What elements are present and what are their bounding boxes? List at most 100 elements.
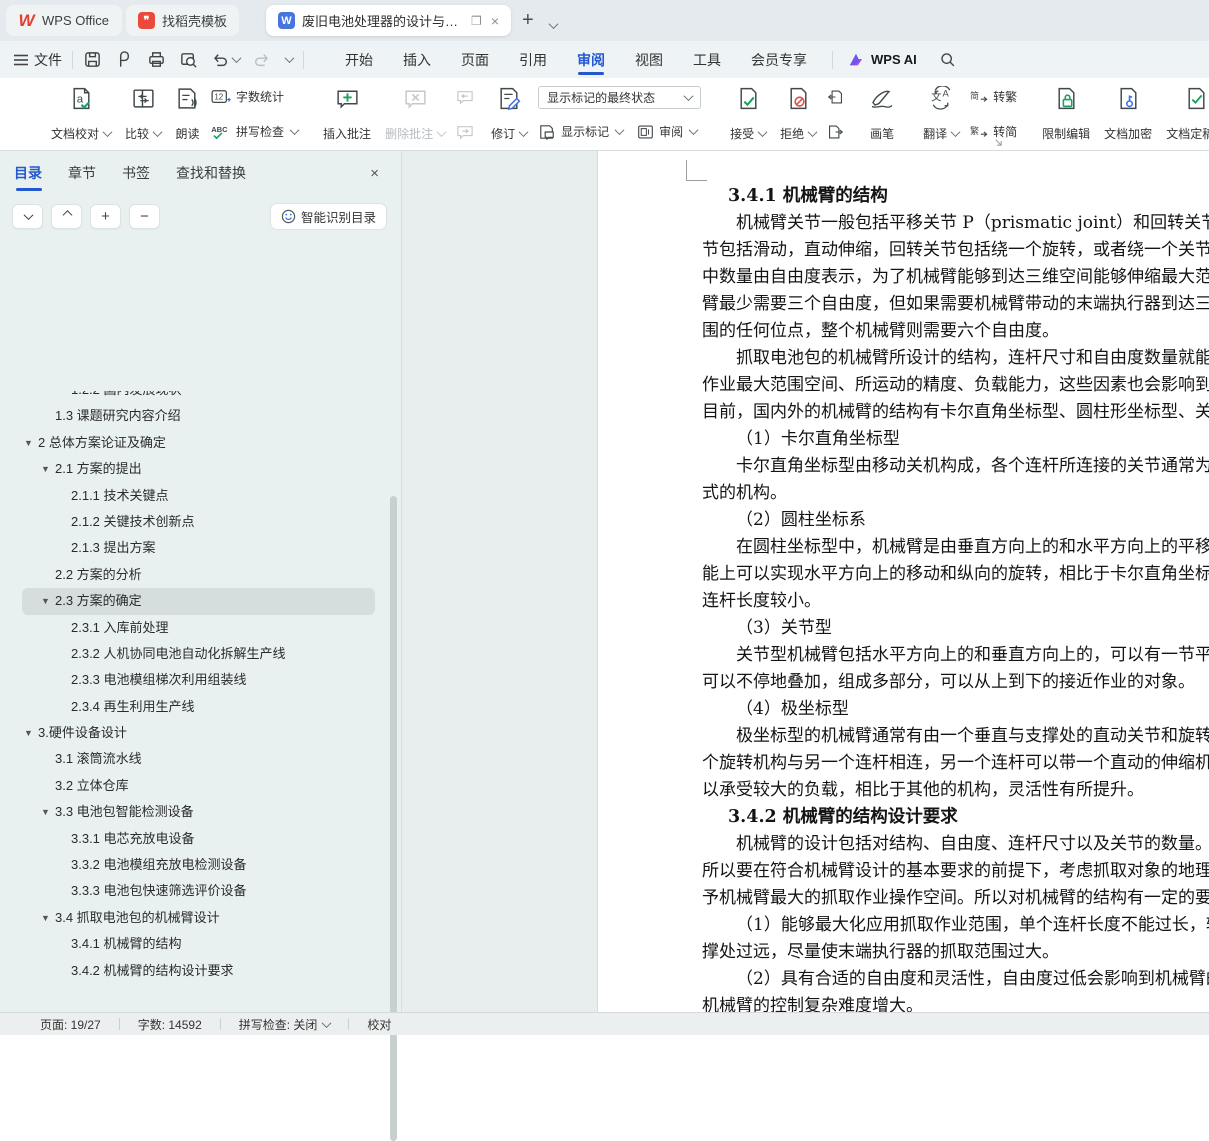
toc-item[interactable]: ▼ 1.2.2 国内发展现状 xyxy=(22,391,375,403)
file-menu[interactable]: 文件 xyxy=(14,50,62,70)
wps-ai-button[interactable]: WPS AI xyxy=(847,52,917,68)
accept-change-button[interactable]: 接受 xyxy=(723,81,773,148)
document-page[interactable]: 3.4.1 机械臂的结构 机械臂关节一般包括平移关节 P（prismatic jo… xyxy=(598,151,1209,1016)
show-markup-button[interactable]: 显示标记 xyxy=(538,121,625,142)
undo-button[interactable] xyxy=(211,51,242,69)
menu-item[interactable]: 开始 xyxy=(330,41,388,78)
toc-item[interactable]: ▼ 3.4 抓取电池包的机械臂设计 xyxy=(22,905,375,931)
menu-item[interactable]: 插入 xyxy=(388,41,446,78)
expand-all-button[interactable] xyxy=(12,204,43,229)
next-comment-button[interactable] xyxy=(456,121,474,142)
sidebar-tab[interactable]: 目录 xyxy=(14,163,42,191)
toc-item[interactable]: ▼ 3.3.3 电池包快速筛选评价设备 xyxy=(22,878,375,904)
toc-item[interactable]: ▼ 3.4.1 机械臂的结构 xyxy=(22,931,375,957)
toc-item[interactable]: ▼ 2.3.2 人机协同电池自动化拆解生产线 xyxy=(22,641,375,667)
spell-check-button[interactable]: ABC 拼写检查 xyxy=(211,121,300,142)
toc-item[interactable]: ▼ 2.1.2 关键技术创新点 xyxy=(22,509,375,535)
toc-item[interactable]: ▼ 2.2 方案的分析 xyxy=(22,562,375,588)
new-tab-button[interactable]: + xyxy=(522,9,534,32)
zoom-out-button[interactable]: − xyxy=(129,204,160,229)
zoom-in-button[interactable]: + xyxy=(90,204,121,229)
search-icon[interactable] xyxy=(939,51,956,68)
toc-item[interactable]: ▼ 3.4.3 机械臂的结构设计 xyxy=(22,984,375,987)
toc-item[interactable]: ▼ 2.3.4 再生利用生产线 xyxy=(22,694,375,720)
print-preview-icon[interactable] xyxy=(179,50,198,69)
insert-comment-button[interactable]: 插入批注 xyxy=(316,81,378,148)
markup-state-dropdown[interactable]: 显示标记的最终状态 xyxy=(538,86,702,109)
toc-item[interactable]: ▼ 3.3.1 电芯充放电设备 xyxy=(22,826,375,852)
print-icon[interactable] xyxy=(147,50,166,69)
prev-change-button[interactable] xyxy=(827,86,844,107)
sidebar-tab[interactable]: 章节 xyxy=(68,163,96,191)
spellcheck-indicator[interactable]: 拼写检查: 关闭 xyxy=(221,1016,349,1033)
menu-item[interactable]: 页面 xyxy=(446,41,504,78)
sidebar-close-icon[interactable]: × xyxy=(370,165,379,182)
menu-item[interactable]: 审阅 xyxy=(562,41,620,78)
tab-popout-icon[interactable]: ❐ xyxy=(471,15,482,27)
menu-item[interactable]: 工具 xyxy=(678,41,736,78)
toc-expand-icon[interactable]: ▼ xyxy=(41,588,55,614)
collapse-all-button[interactable] xyxy=(51,204,82,229)
tab-list-dropdown[interactable] xyxy=(548,12,559,35)
word-count-indicator[interactable]: 字数: 14592 xyxy=(120,1016,220,1033)
word-count-button[interactable]: 12 字数统计 xyxy=(211,86,298,107)
toc-item[interactable]: ▼ 2.3.3 电池模组梯次利用组装线 xyxy=(22,667,375,693)
toc-expand-icon[interactable]: ▼ xyxy=(41,799,55,825)
pen-button[interactable]: 画笔 xyxy=(862,81,902,148)
next-change-button[interactable] xyxy=(827,121,844,142)
encrypt-document-button[interactable]: 文档加密 xyxy=(1097,81,1159,148)
toc-item[interactable]: ▼ 3.2 立体仓库 xyxy=(22,773,375,799)
svg-text:12: 12 xyxy=(214,92,223,101)
toc-item[interactable]: ▼ 2 总体方案论证及确定 xyxy=(22,430,375,456)
translate-button[interactable]: 文 A 翻译 xyxy=(916,81,966,148)
toc-item[interactable]: ▼ 2.1.1 技术关键点 xyxy=(22,483,375,509)
toc-item[interactable]: ▼ 3.1 滚筒流水线 xyxy=(22,746,375,772)
to-traditional-button[interactable]: 简 转繁 xyxy=(970,86,1017,107)
toc-item[interactable]: ▼ 3.4.2 机械臂的结构设计要求 xyxy=(22,958,375,984)
reject-change-button[interactable]: 拒绝 xyxy=(773,81,823,148)
smart-toc-button[interactable]: 智能识别目录 xyxy=(269,203,387,230)
document-line: 臂最少需要三个自由度，但如果需要机械臂带动的末端执行器到达三维空间能够伸缩的范 xyxy=(702,294,1209,314)
toc-item[interactable]: ▼ 3.3 电池包智能检测设备 xyxy=(22,799,375,825)
delete-comment-button[interactable]: 删除批注 xyxy=(378,81,452,148)
read-aloud-button[interactable]: 朗读 xyxy=(168,81,207,148)
tab-document[interactable]: W 废旧电池处理器的设计与研究 ❐ × xyxy=(266,5,511,36)
quick-access-dropdown-icon[interactable] xyxy=(284,53,295,64)
toc-expand-icon[interactable]: ▼ xyxy=(24,720,38,746)
sidebar-tab[interactable]: 查找和替换 xyxy=(176,163,246,191)
redo-icon[interactable] xyxy=(253,51,271,69)
export-pdf-icon[interactable] xyxy=(115,50,134,69)
restrict-editing-button[interactable]: 限制编辑 xyxy=(1035,81,1097,148)
toc-expand-icon[interactable]: ▼ xyxy=(41,456,55,482)
tab-close-icon[interactable]: × xyxy=(491,14,499,28)
prev-comment-button[interactable] xyxy=(456,86,474,107)
proofread-button[interactable]: a 文档校对 xyxy=(44,81,118,148)
compare-button[interactable]: 比较 xyxy=(118,81,168,148)
page-indicator[interactable]: 页面: 19/27 xyxy=(0,1016,119,1033)
review-pane-button[interactable]: 审阅 xyxy=(637,121,699,142)
sidebar-scrollbar[interactable] xyxy=(390,496,397,1141)
toc-item[interactable]: ▼ 2.1 方案的提出 xyxy=(22,456,375,482)
toc-item[interactable]: ▼ 3.3.2 电池模组充放电检测设备 xyxy=(22,852,375,878)
toc-item[interactable]: ▼ 2.3.1 入库前处理 xyxy=(22,615,375,641)
menu-item[interactable]: 引用 xyxy=(504,41,562,78)
track-changes-button[interactable]: 修订 xyxy=(484,81,534,148)
tab-docer-template[interactable]: ❞ 找稻壳模板 xyxy=(126,5,239,36)
group-expand-icon[interactable] xyxy=(994,138,1003,147)
finalize-document-button[interactable]: 文档定稿 xyxy=(1159,81,1209,148)
menu-item[interactable]: 会员专享 xyxy=(736,41,822,78)
toc-item[interactable]: ▼ 2.3 方案的确定 xyxy=(22,588,375,615)
proofread-status-button[interactable]: 校对 xyxy=(349,1016,409,1033)
toc-item[interactable]: ▼ 3.硬件设备设计 xyxy=(22,720,375,746)
document-text: 3.4.1 机械臂的结构 机械臂关节一般包括平移关节 P（prismatic jo… xyxy=(702,183,1209,1020)
toc-expand-icon[interactable]: ▼ xyxy=(41,905,55,931)
toc-expand-icon[interactable]: ▼ xyxy=(24,430,38,456)
menu-item[interactable]: 视图 xyxy=(620,41,678,78)
document-line: 撑处过远，尽量使末端执行器的抓取范围过大。 xyxy=(702,942,1059,962)
toc-item[interactable]: ▼ 2.1.3 提出方案 xyxy=(22,535,375,561)
tab-wps-home[interactable]: W WPS Office xyxy=(6,5,122,36)
toc-item[interactable]: ▼ 1.3 课题研究内容介绍 xyxy=(22,403,375,429)
save-icon[interactable] xyxy=(83,50,102,69)
sidebar-tab[interactable]: 书签 xyxy=(122,163,150,191)
svg-text:繁: 繁 xyxy=(970,125,979,136)
